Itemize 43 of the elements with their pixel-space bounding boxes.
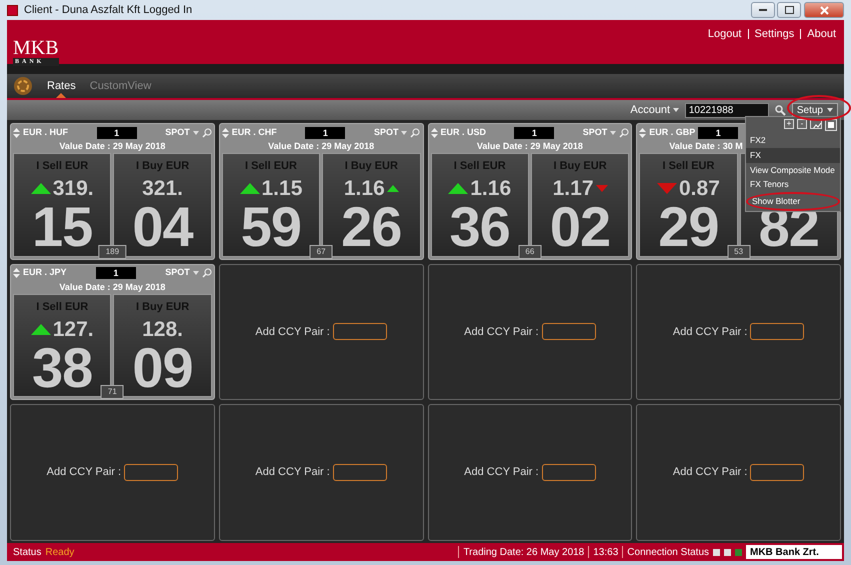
price-digits: 02 xyxy=(550,199,610,255)
price-prefix: 1.16 xyxy=(344,178,385,199)
price-digits: 38 xyxy=(32,340,92,396)
price-prefix: 128. xyxy=(142,318,183,340)
spread-value: 189 xyxy=(98,244,126,259)
connection-label: Connection Status xyxy=(627,546,709,560)
price-prefix: 321. xyxy=(142,178,183,199)
status-label: Status xyxy=(13,546,42,560)
price-digits: 59 xyxy=(240,199,302,255)
add-pair-label: Add CCY Pair : xyxy=(46,465,122,480)
price-prefix: 1.15 xyxy=(262,178,302,199)
price-prefix: 1.16 xyxy=(470,178,512,199)
price-prefix: 0.87 xyxy=(679,178,720,199)
price-digits: 29 xyxy=(658,199,719,255)
spread-value: 71 xyxy=(100,385,124,400)
spread-value: 66 xyxy=(518,244,542,259)
window-title: Client - Duna Aszfalt Kft Logged In xyxy=(24,2,192,18)
price-digits: 15 xyxy=(32,199,92,255)
value-date: Value Date : 29 May 2018 xyxy=(59,141,166,151)
value-date: Value Date : 29 May 2018 xyxy=(268,141,374,151)
value-date: Value Date : 30 M xyxy=(669,141,743,151)
price-digits: 04 xyxy=(132,199,193,255)
price-prefix: 319. xyxy=(52,178,94,199)
add-pair-label: Add CCY Pair : xyxy=(255,324,330,340)
price-prefix: 1.17 xyxy=(552,178,594,199)
trading-date: Trading Date: 26 May 2018 xyxy=(463,546,584,560)
add-pair-label: Add CCY Pair : xyxy=(672,465,748,480)
add-pair-label: Add CCY Pair : xyxy=(672,324,748,340)
add-pair-label: Add CCY Pair : xyxy=(464,324,539,340)
add-pair-label: Add CCY Pair : xyxy=(464,465,539,480)
logo-text: MKB xyxy=(13,38,59,58)
value-date: Value Date : 29 May 2018 xyxy=(476,141,583,151)
value-date: Value Date : 29 May 2018 xyxy=(59,282,166,292)
price-digits: 26 xyxy=(341,199,402,255)
price-prefix: 127. xyxy=(52,318,94,340)
spread-value: 53 xyxy=(727,244,750,259)
company-name: MKB Bank Zrt. xyxy=(746,545,842,559)
status-time: 13:63 xyxy=(593,546,618,560)
price-digits: 36 xyxy=(450,199,510,255)
status-value: Ready xyxy=(45,546,74,560)
add-pair-label: Add CCY Pair : xyxy=(255,465,330,480)
spread-value: 67 xyxy=(310,244,333,259)
price-digits: 09 xyxy=(132,340,193,396)
